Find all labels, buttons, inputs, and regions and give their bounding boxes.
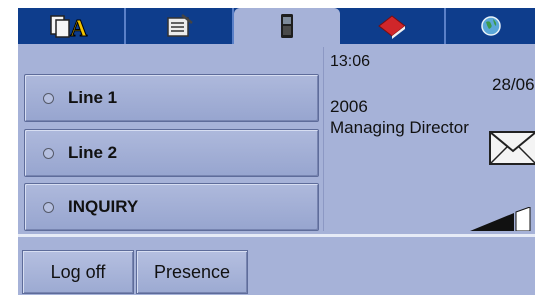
line-label: Line 1 [68,88,118,107]
contacts-icon: A [49,13,93,39]
tab-phone[interactable] [234,8,340,44]
user-role: Managing Director [330,118,469,137]
globe-icon [478,13,504,39]
radio-indicator [43,92,54,104]
book-icon [375,13,409,39]
phone-icon [277,12,297,40]
line-label: Line 2 [68,143,118,162]
tab-bar: A [18,8,535,44]
tab-globe[interactable] [446,8,535,44]
tab-notes[interactable] [126,8,234,44]
inquiry-button[interactable]: INQUIRY [24,183,319,231]
line-2-button[interactable]: Line 2 [24,129,319,177]
radio-indicator [43,147,54,159]
clock-time: 13:06 [330,53,371,70]
svg-text:A: A [70,16,88,39]
tab-contacts[interactable]: A [18,8,126,44]
envelope-icon[interactable] [489,131,535,170]
year-text: 2006 [330,97,368,116]
notes-icon [162,13,196,39]
log-off-button[interactable]: Log off [22,250,134,294]
signal-strength-icon [470,206,535,231]
radio-indicator [43,201,54,213]
tab-book[interactable] [340,8,446,44]
date-text: 28/06 [492,75,535,94]
presence-button[interactable]: Presence [136,250,248,294]
line-label: INQUIRY [68,197,139,216]
line-1-button[interactable]: Line 1 [24,74,319,122]
status-info-panel: 13:06 28/06 2006 Managing Director [323,47,535,231]
